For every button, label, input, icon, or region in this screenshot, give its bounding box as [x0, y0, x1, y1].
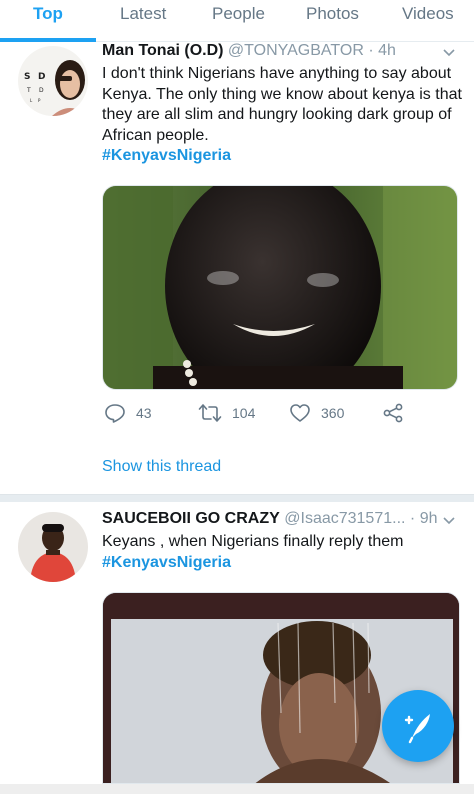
tweet-header: SAUCEBOII GO CRAZY @Isaac731571... · 9h [102, 510, 438, 528]
tweet-body: I don't think Nigerians have anything to… [102, 65, 462, 144]
like-count: 360 [321, 405, 345, 421]
photo-smiling-man [103, 186, 457, 389]
tweet-photo[interactable] [102, 185, 458, 390]
search-tabs: Top Latest People Photos Videos [0, 0, 474, 42]
like-icon [290, 404, 310, 422]
tweet-header: Man Tonai (O.D) @TONYAGBATOR · 4h [102, 42, 396, 60]
eye-chart-letters-row-2b: D [39, 87, 44, 94]
hashtag-link[interactable]: #KenyavsNigeria [102, 147, 231, 164]
reply-button[interactable]: 43 [104, 402, 152, 424]
username: @Isaac731571... [284, 510, 406, 527]
tweet-text: I don't think Nigerians have anything to… [102, 64, 464, 167]
avatar-image: S D T D L P [18, 46, 88, 116]
share-icon [383, 403, 403, 423]
share-button[interactable] [382, 402, 404, 424]
avatar-image [18, 512, 88, 582]
compose-tweet-icon [404, 714, 430, 744]
eye-chart-letters-row-1: S [24, 72, 30, 82]
tweet-time: · 4h [368, 42, 396, 59]
tweet-text: Keyans , when Nigerians finally reply th… [102, 532, 464, 573]
tweet-body: Keyans , when Nigerians finally reply th… [102, 533, 404, 550]
hashtag-link[interactable]: #KenyavsNigeria [102, 554, 231, 571]
avatar[interactable] [18, 512, 88, 582]
tweet-divider [0, 494, 474, 502]
retweet-button[interactable]: 104 [198, 402, 255, 424]
active-tab-indicator [0, 38, 96, 42]
avatar[interactable]: S D T D L P [18, 46, 88, 116]
tab-photos[interactable]: Photos [306, 4, 359, 24]
chevron-down-icon[interactable] [442, 514, 456, 528]
tab-top[interactable]: Top [33, 4, 63, 24]
tweet-time: · 9h [409, 510, 438, 527]
retweet-icon [198, 404, 222, 422]
show-thread-link[interactable]: Show this thread [102, 458, 221, 476]
reply-count: 43 [136, 405, 152, 421]
eye-chart-letters-row-2: T [26, 87, 31, 94]
retweet-count: 104 [232, 405, 256, 421]
tab-videos[interactable]: Videos [402, 4, 454, 24]
chevron-down-icon[interactable] [442, 46, 456, 60]
display-name[interactable]: Man Tonai (O.D) [102, 42, 223, 59]
bottom-bar [0, 784, 474, 794]
tab-latest[interactable]: Latest [120, 4, 166, 24]
compose-tweet-button[interactable] [382, 690, 454, 762]
username: @TONYAGBATOR [227, 42, 364, 59]
eye-chart-letters-row-1b: D [38, 72, 45, 82]
tab-people[interactable]: People [212, 4, 265, 24]
like-button[interactable]: 360 [289, 402, 344, 424]
display-name[interactable]: SAUCEBOII GO CRAZY [102, 510, 280, 527]
tweet-actions: 43 104 360 [102, 402, 422, 430]
reply-icon [105, 404, 125, 423]
